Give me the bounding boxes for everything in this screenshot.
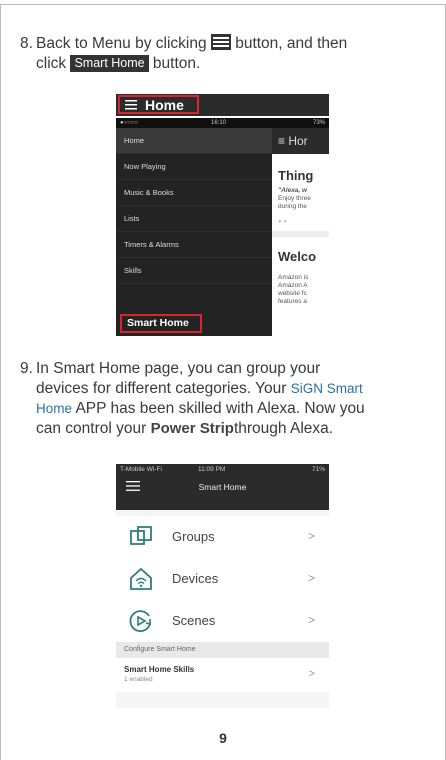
top-border: [0, 4, 446, 5]
step-text: button, and then: [235, 35, 348, 52]
welcome-text: Amazon A: [278, 282, 308, 289]
step-text-line2: devices for different categories. Your S…: [20, 379, 440, 399]
carousel-dots: ● ●: [278, 219, 287, 225]
chevron-right-icon: >: [308, 668, 315, 680]
step-number: 8.: [20, 35, 33, 52]
step-text-line2: click Smart Home button.: [20, 54, 430, 74]
devices-row[interactable]: Devices >: [116, 558, 329, 601]
welcome-text: website fc: [278, 290, 307, 297]
step-text-line3: Home APP has been skilled with Alexa. No…: [20, 399, 440, 419]
smart-home-nav-bar: T-Mobile Wi-Fi 11:09 PM 71% Smart Home: [116, 464, 329, 510]
status-bar: ●○○○○ 16:10 73%: [116, 118, 329, 128]
battery-status: 73%: [312, 120, 325, 126]
groups-label: Groups: [172, 529, 215, 544]
content-header-title: Hor: [288, 134, 308, 148]
sidebar-item-timers-alarms[interactable]: Timers & Alarms: [116, 232, 272, 258]
card-title: Thing: [278, 168, 314, 183]
card-text: Enjoy three: [278, 195, 311, 202]
sidebar-item-music-books[interactable]: Music & Books: [116, 180, 272, 206]
chevron-right-icon: >: [307, 571, 315, 585]
step-text-line4: can control your Power Stripthrough Alex…: [20, 419, 440, 439]
step-text: In Smart Home page, you can group your: [36, 360, 321, 377]
signal-icon: ●○○○○: [120, 120, 139, 126]
home-label: Home: [145, 96, 184, 113]
sidebar-menu: Home Now Playing Music & Books Lists Tim…: [116, 128, 272, 336]
page-number: 9: [219, 730, 227, 746]
home-content-pane: ≡ Hor Thing "Alexa, w Enjoy three during…: [272, 128, 329, 336]
left-border: [0, 4, 1, 760]
hamburger-icon: [125, 99, 137, 109]
smart-home-skills-row[interactable]: Smart Home Skills 1 enabled >: [116, 658, 329, 692]
step-text: APP has been skilled with Alexa. Now you: [75, 400, 365, 417]
step-9-instruction: 9. In Smart Home page, you can group your…: [20, 359, 440, 439]
step-text: devices for different categories. Your: [36, 380, 287, 397]
skills-title: Smart Home Skills: [124, 665, 195, 674]
card-quote: "Alexa, w: [278, 187, 329, 195]
content-header: ≡ Hor: [272, 128, 329, 154]
configure-section-header: Configure Smart Home: [116, 642, 329, 658]
sidebar-item-now-playing[interactable]: Now Playing: [116, 154, 272, 180]
carrier-label: T-Mobile Wi-Fi: [120, 466, 162, 473]
devices-icon: [130, 567, 152, 590]
card-quote-text: "Alexa, w: [278, 187, 308, 194]
status-time: 16:10: [211, 120, 227, 126]
step-text: Back to Menu by clicking: [36, 35, 207, 52]
sidebar-item-lists[interactable]: Lists: [116, 206, 272, 232]
welcome-title: Welco: [278, 249, 317, 264]
smart-home-screenshot: T-Mobile Wi-Fi 11:09 PM 71% Smart Home G…: [116, 464, 329, 708]
sidebar-item-smart-home[interactable]: Smart Home: [120, 314, 202, 333]
divider: [272, 231, 329, 237]
smart-home-inline-button: Smart Home: [70, 55, 149, 72]
step-text: button.: [152, 55, 201, 72]
chevron-right-icon: >: [307, 613, 315, 627]
groups-row[interactable]: Groups >: [116, 516, 329, 559]
step-8-instruction: 8. Back to Menu by clicking button, and t…: [20, 34, 430, 74]
card-text: during the: [278, 203, 307, 210]
page-title: Smart Home: [198, 482, 247, 492]
brand-name: SiGN Smart: [290, 381, 363, 396]
scenes-icon: [129, 610, 151, 633]
status-bar: T-Mobile Wi-Fi 11:09 PM 71%: [120, 466, 325, 476]
step-text: click: [36, 55, 67, 72]
product-name: Power Strip: [150, 420, 234, 437]
alexa-menu-screenshot: ●○○○○ 16:10 73% Home Now Playing Music &…: [116, 118, 329, 336]
scenes-label: Scenes: [172, 613, 216, 628]
menu-icon: [210, 34, 231, 50]
groups-icon: [130, 526, 152, 545]
brand-name: Home: [36, 401, 73, 416]
home-menu-button[interactable]: Home: [118, 95, 199, 114]
skills-subtitle: 1 enabled: [124, 676, 153, 683]
welcome-text: features a: [278, 298, 307, 305]
sidebar-item-home[interactable]: Home: [116, 128, 272, 154]
battery-status: 71%: [311, 466, 325, 473]
sidebar-item-skills[interactable]: Skills: [116, 258, 272, 284]
step-number: 9.: [20, 360, 33, 377]
step-text: through Alexa.: [233, 420, 334, 437]
chevron-right-icon: >: [307, 529, 315, 543]
step-text: can control your: [36, 420, 147, 437]
scenes-row[interactable]: Scenes >: [116, 600, 329, 643]
devices-label: Devices: [172, 571, 219, 586]
status-time: 11:09 PM: [198, 466, 226, 473]
welcome-text: Amazon is: [278, 274, 309, 281]
